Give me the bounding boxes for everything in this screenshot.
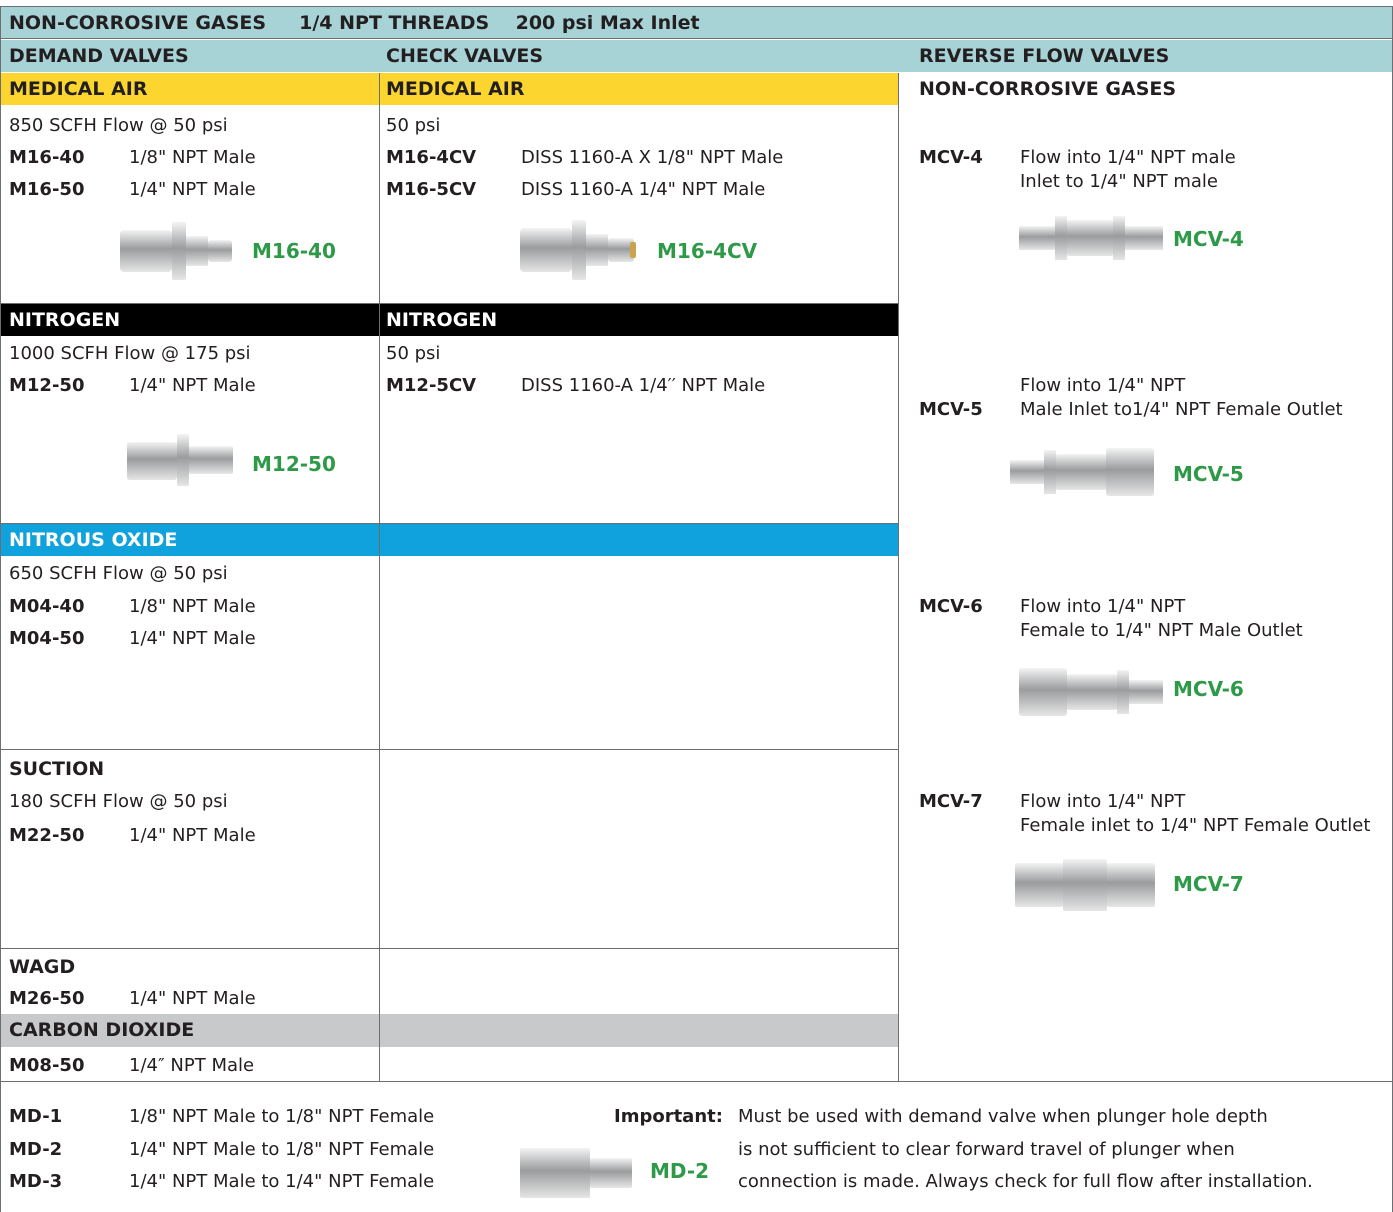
item-desc: DISS 1160-A 1/4′′ NPT Male xyxy=(521,375,766,396)
column-header-demand: DEMAND VALVES xyxy=(9,45,189,67)
check-valve-photo xyxy=(520,220,636,280)
item-desc: 1/4" NPT Male to 1/4" NPT Female xyxy=(129,1171,435,1192)
column-header-check: CHECK VALVES xyxy=(386,45,544,67)
check-nitrogen-spec: 50 psi xyxy=(386,343,441,364)
item-model: MD-2 xyxy=(9,1139,63,1160)
demand-medical-air-spec: 850 SCFH Flow @ 50 psi xyxy=(9,115,228,136)
reverse-valve-photo xyxy=(1019,216,1163,260)
demand-medical-air-caption: M16-40 xyxy=(252,239,336,263)
item-desc-line1: Flow into 1/4" NPT male xyxy=(1020,147,1236,168)
demand-valve-photo xyxy=(120,222,232,280)
reverse-subtitle: NON-CORROSIVE GASES xyxy=(919,78,1177,100)
item-model: M08-50 xyxy=(9,1055,85,1076)
check-nitrous-bar xyxy=(380,524,899,556)
row-divider-3 xyxy=(0,749,899,750)
demand-valve-photo xyxy=(127,434,233,486)
row-divider-1 xyxy=(0,303,899,304)
important-label: Important: xyxy=(614,1106,723,1127)
item-desc-line2: Female to 1/4" NPT Male Outlet xyxy=(1020,620,1303,641)
item-desc-line1: Flow into 1/4" NPT xyxy=(1020,596,1186,617)
item-desc: 1/4" NPT Male xyxy=(129,628,256,649)
important-line: is not sufficient to clear forward trave… xyxy=(738,1139,1235,1160)
outer-left-border xyxy=(0,6,1,1212)
item-desc: 1/8" NPT Male xyxy=(129,596,256,617)
item-model: M16-4CV xyxy=(386,147,477,168)
adapter-photo xyxy=(520,1148,632,1198)
demand-nitrogen-title: NITROGEN xyxy=(9,309,121,331)
row-divider-5 xyxy=(0,1081,1393,1082)
item-model: MCV-6 xyxy=(919,596,983,617)
item-desc: 1/4" NPT Male xyxy=(129,988,256,1009)
demand-medical-air-title: MEDICAL AIR xyxy=(9,78,148,100)
item-model: M16-5CV xyxy=(386,179,477,200)
item-model: MD-1 xyxy=(9,1106,63,1127)
row-divider-2 xyxy=(0,523,899,524)
reverse-valve-photo xyxy=(1015,859,1155,911)
item-model: MCV-5 xyxy=(919,399,983,420)
reverse-caption: MCV-7 xyxy=(1173,872,1244,896)
demand-co2-bar: CARBON DIOXIDE xyxy=(0,1014,380,1047)
item-desc-line1: Flow into 1/4" NPT xyxy=(1020,375,1186,396)
demand-wagd-title: WAGD xyxy=(9,956,76,978)
item-model: M22-50 xyxy=(9,825,85,846)
item-model: MCV-4 xyxy=(919,147,983,168)
item-desc: 1/8" NPT Male to 1/8" NPT Female xyxy=(129,1106,435,1127)
check-medical-air-spec: 50 psi xyxy=(386,115,441,136)
demand-nitrous-title: NITROUS OXIDE xyxy=(9,529,178,551)
table-title-bar: NON-CORROSIVE GASES 1/4 NPT THREADS 200 … xyxy=(0,7,1393,39)
item-model: M26-50 xyxy=(9,988,85,1009)
reverse-valve-photo xyxy=(1019,668,1163,716)
outer-top-border xyxy=(0,6,1393,7)
check-nitrogen-title: NITROGEN xyxy=(386,309,498,331)
item-desc-line2: Male Inlet to1/4" NPT Female Outlet xyxy=(1020,399,1343,420)
demand-suction-title: SUCTION xyxy=(9,758,105,780)
demand-nitrous-spec: 650 SCFH Flow @ 50 psi xyxy=(9,563,228,584)
demand-nitrogen-caption: M12-50 xyxy=(252,452,336,476)
demand-co2-title: CARBON DIOXIDE xyxy=(9,1019,195,1041)
item-model: M12-5CV xyxy=(386,375,477,396)
item-desc: DISS 1160-A 1/4" NPT Male xyxy=(521,179,766,200)
item-desc: DISS 1160-A X 1/8" NPT Male xyxy=(521,147,784,168)
item-model: M16-50 xyxy=(9,179,85,200)
item-desc-line2: Female inlet to 1/4" NPT Female Outlet xyxy=(1020,815,1371,836)
reverse-caption: MCV-5 xyxy=(1173,462,1244,486)
item-desc: 1/4" NPT Male xyxy=(129,179,256,200)
important-line: connection is made. Always check for ful… xyxy=(738,1171,1313,1192)
demand-medical-air-bar: MEDICAL AIR xyxy=(0,73,380,105)
demand-nitrogen-spec: 1000 SCFH Flow @ 175 psi xyxy=(9,343,251,364)
demand-suction-spec: 180 SCFH Flow @ 50 psi xyxy=(9,791,228,812)
item-desc: 1/4" NPT Male to 1/8" NPT Female xyxy=(129,1139,435,1160)
adapter-caption: MD-2 xyxy=(650,1159,710,1183)
column-divider-1 xyxy=(379,73,380,1081)
item-desc: 1/4" NPT Male xyxy=(129,825,256,846)
check-co2-bar xyxy=(380,1014,899,1047)
item-model: MCV-7 xyxy=(919,791,983,812)
check-nitrogen-bar: NITROGEN xyxy=(380,304,899,336)
item-model: M04-40 xyxy=(9,596,85,617)
item-desc: 1/4″ NPT Male xyxy=(129,1055,255,1076)
reverse-caption: MCV-6 xyxy=(1173,677,1244,701)
reverse-valve-photo xyxy=(1010,448,1154,496)
item-model: M12-50 xyxy=(9,375,85,396)
column-header-reverse: REVERSE FLOW VALVES xyxy=(919,45,1170,67)
item-desc-line1: Flow into 1/4" NPT xyxy=(1020,791,1186,812)
item-desc: 1/8" NPT Male xyxy=(129,147,256,168)
column-header-bar xyxy=(0,40,1393,72)
item-model: M04-50 xyxy=(9,628,85,649)
item-model: MD-3 xyxy=(9,1171,63,1192)
item-desc: 1/4" NPT Male xyxy=(129,375,256,396)
item-desc-line2: Inlet to 1/4" NPT male xyxy=(1020,171,1219,192)
demand-nitrous-bar: NITROUS OXIDE xyxy=(0,524,380,556)
reverse-caption: MCV-4 xyxy=(1173,227,1244,251)
item-model: M16-40 xyxy=(9,147,85,168)
column-divider-2 xyxy=(898,73,899,1081)
check-medical-air-bar: MEDICAL AIR xyxy=(380,73,899,105)
table-title: NON-CORROSIVE GASES 1/4 NPT THREADS 200 … xyxy=(9,12,700,34)
row-divider-4 xyxy=(0,948,899,949)
important-line: Must be used with demand valve when plun… xyxy=(738,1106,1268,1127)
demand-nitrogen-bar: NITROGEN xyxy=(0,304,380,336)
check-medical-air-title: MEDICAL AIR xyxy=(386,78,525,100)
check-medical-air-caption: M16-4CV xyxy=(657,239,758,263)
